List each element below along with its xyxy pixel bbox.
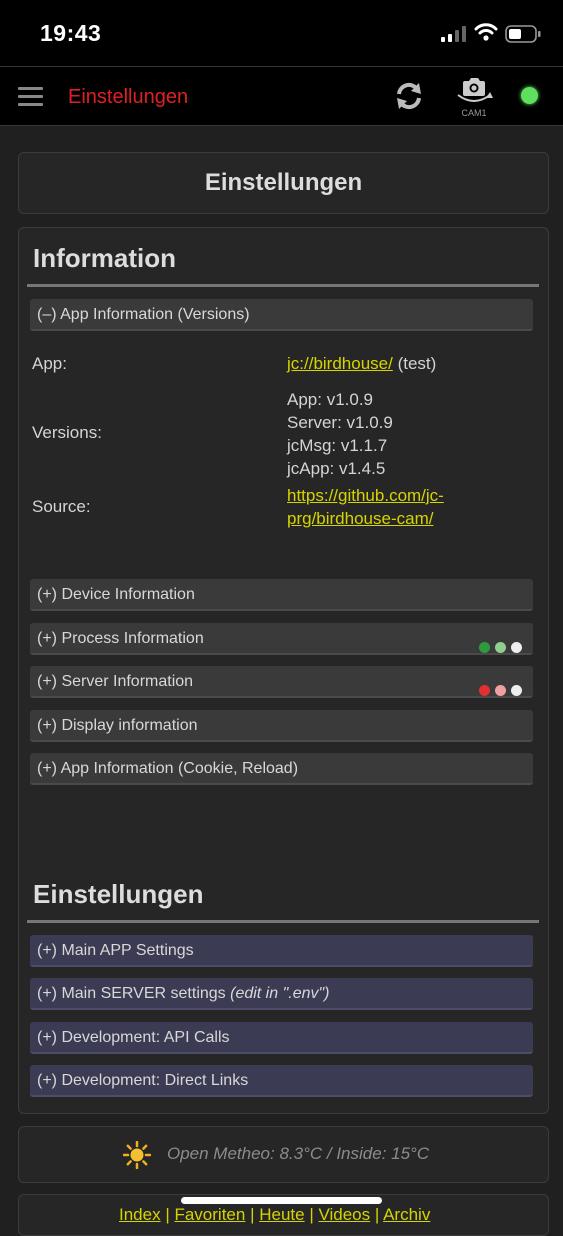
dev-api-calls-toggle[interactable]: (+) Development: API Calls (30, 1022, 533, 1054)
home-indicator[interactable] (181, 1197, 382, 1204)
footer-link-heute[interactable]: Heute (259, 1205, 304, 1224)
server-status-dots (474, 676, 522, 708)
cellular-signal-icon (441, 26, 466, 42)
camera-label: CAM1 (461, 108, 487, 118)
main-server-settings-toggle[interactable]: (+) Main SERVER settings (edit in ".env"… (30, 978, 533, 1010)
footer-link-favoriten[interactable]: Favoriten (174, 1205, 245, 1224)
battery-icon (505, 25, 541, 43)
footer-separator: | (245, 1205, 260, 1224)
information-divider (27, 284, 539, 287)
versions-list: App: v1.0.9 Server: v1.0.9 jcMsg: v1.1.7… (287, 388, 393, 480)
camera-switch-icon (457, 78, 493, 102)
footer-link-archiv[interactable]: Archiv (383, 1205, 430, 1224)
display-info-toggle[interactable]: (+) Display information (30, 710, 533, 742)
page-title: Einstellungen (204, 169, 363, 196)
version-jcmsg: jcMsg: v1.1.7 (287, 436, 388, 455)
server-status-dot-2 (495, 685, 506, 696)
version-jcapp: jcApp: v1.4.5 (287, 459, 386, 478)
server-status-dot-1 (479, 685, 490, 696)
main-app-settings-toggle[interactable]: (+) Main APP Settings (30, 935, 533, 967)
process-info-label: (+) Process Information (37, 630, 204, 647)
server-status-dot-3 (511, 685, 522, 696)
app-header: Einstellungen CAM1 (0, 66, 563, 126)
source-link-line1[interactable]: https://github.com/jc- (287, 484, 444, 507)
app-suffix: (test) (392, 354, 437, 373)
footer-link-index[interactable]: Index (119, 1205, 161, 1224)
app-label: App: (32, 354, 67, 373)
main-panel: Information (–) App Information (Version… (18, 227, 549, 1114)
source-label: Source: (32, 497, 91, 516)
wifi-icon (474, 23, 498, 41)
camera-switch-button[interactable]: CAM1 (454, 75, 494, 119)
information-heading: Information (33, 243, 176, 273)
version-server: Server: v1.0.9 (287, 413, 393, 432)
footer-separator: | (304, 1205, 319, 1224)
weather-text: Open Metheo: 8.3°C / Inside: 15°C (167, 1144, 430, 1163)
settings-heading: Einstellungen (33, 879, 204, 909)
process-status-dot-3 (511, 642, 522, 653)
main-server-settings-note: (edit in ".env") (230, 985, 330, 1002)
settings-divider (27, 920, 539, 923)
server-info-toggle[interactable]: (+) Server Information (30, 666, 533, 698)
footer-separator: | (370, 1205, 384, 1224)
main-server-settings-label: (+) Main SERVER settings (37, 985, 231, 1002)
device-info-toggle[interactable]: (+) Device Information (30, 579, 533, 611)
app-value: jc://birdhouse/ (test) (287, 352, 436, 375)
sun-icon (123, 1141, 151, 1169)
version-app: App: v1.0.9 (287, 390, 374, 409)
process-info-toggle[interactable]: (+) Process Information (30, 623, 533, 655)
source-link[interactable]: https://github.com/jc- prg/birdhouse-cam… (287, 484, 444, 530)
app-info-cookie-toggle[interactable]: (+) App Information (Cookie, Reload) (30, 753, 533, 785)
source-link-line2[interactable]: prg/birdhouse-cam/ (287, 507, 444, 530)
process-status-dot-2 (495, 642, 506, 653)
process-status-dots (474, 633, 522, 665)
versions-label: Versions: (32, 423, 102, 442)
app-info-versions-toggle[interactable]: (–) App Information (Versions) (30, 299, 533, 331)
dev-direct-links-toggle[interactable]: (+) Development: Direct Links (30, 1065, 533, 1097)
page-title-card: Einstellungen (18, 152, 549, 214)
status-time: 19:43 (40, 20, 102, 46)
footer-links: Index | Favoriten | Heute | Videos | Arc… (119, 1205, 430, 1225)
header-title: Einstellungen (68, 86, 189, 108)
footer-link-videos[interactable]: Videos (318, 1205, 370, 1224)
footer-separator: | (160, 1205, 175, 1224)
process-status-dot-1 (479, 642, 490, 653)
weather-card: Open Metheo: 8.3°C / Inside: 15°C (18, 1126, 549, 1183)
connection-status-indicator (521, 87, 538, 104)
server-info-label: (+) Server Information (37, 673, 194, 690)
app-link[interactable]: jc://birdhouse/ (287, 354, 393, 373)
hamburger-menu-icon[interactable] (18, 87, 43, 107)
status-bar: 19:43 (0, 0, 563, 66)
reload-icon[interactable] (393, 80, 425, 112)
